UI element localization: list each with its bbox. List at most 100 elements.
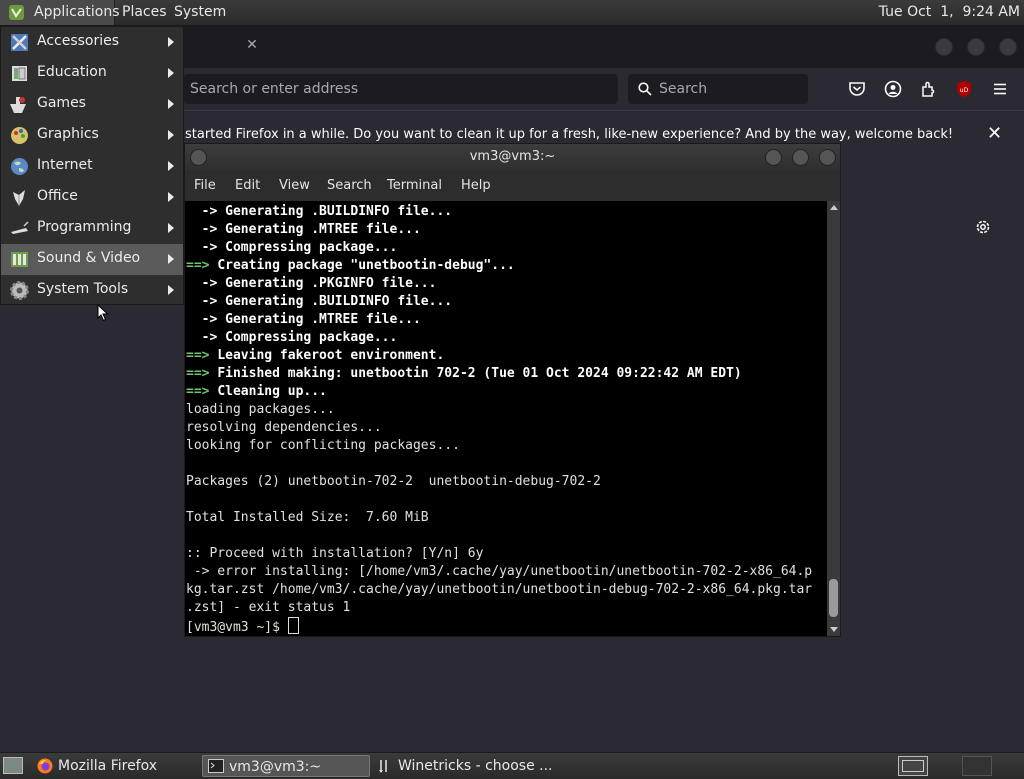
- taskbar-firefox[interactable]: Mozilla Firefox: [32, 755, 196, 777]
- terminal-line-text: Leaving fakeroot environment.: [217, 348, 445, 363]
- menu-item-education[interactable]: Education: [1, 58, 183, 89]
- terminal-line-text: Packages (2) unetbootin-702-2 unetbootin…: [186, 474, 601, 489]
- system-menu-button[interactable]: System: [174, 0, 226, 25]
- terminal-line-text: resolving dependencies...: [186, 420, 382, 435]
- minimize-button[interactable]: [935, 38, 953, 56]
- scrollbar-thumb[interactable]: [829, 579, 838, 617]
- menu-item-internet[interactable]: Internet: [1, 151, 183, 182]
- menu-search[interactable]: Search: [327, 178, 372, 193]
- distro-logo-icon: [9, 5, 24, 20]
- internet-icon: [11, 158, 28, 175]
- taskbar-terminal[interactable]: vm3@vm3:~: [202, 755, 370, 777]
- terminal-output[interactable]: -> Generating .BUILDINFO file... -> Gene…: [185, 201, 827, 636]
- menu-item-programming[interactable]: Programming: [1, 213, 183, 244]
- terminal-line-text: Generating .MTREE file...: [225, 312, 421, 327]
- terminal-line: looking for conflicting packages...: [186, 437, 460, 455]
- menu-item-sound-video[interactable]: Sound & Video: [1, 244, 183, 275]
- menu-file[interactable]: File: [194, 178, 216, 193]
- extensions-icon[interactable]: [920, 80, 938, 98]
- terminal-line-text: looking for conflicting packages...: [186, 438, 460, 453]
- terminal-line-text: Cleaning up...: [217, 384, 327, 399]
- terminal-line-text: Compressing package...: [225, 240, 398, 255]
- search-placeholder: Search: [659, 81, 708, 97]
- places-menu-button[interactable]: Places: [122, 0, 167, 25]
- terminal-line-text: Generating .BUILDINFO file...: [225, 204, 453, 219]
- maximize-button[interactable]: [967, 38, 985, 56]
- menu-help[interactable]: Help: [461, 178, 491, 193]
- terminal-line-text: Generating .MTREE file...: [225, 222, 421, 237]
- terminal-line-text: .zst] - exit status 1: [186, 600, 351, 615]
- terminal-line-text: Compressing package...: [225, 330, 398, 345]
- terminal-line: :: Proceed with installation? [Y/n] 6y: [186, 545, 483, 563]
- games-icon: [10, 97, 26, 113]
- scroll-down-arrow-icon[interactable]: [830, 627, 838, 632]
- top-panel: Applications Places System Tue Oct 1, 9:…: [0, 0, 1024, 26]
- sound-video-icon: [11, 252, 28, 267]
- terminal-maximize-button[interactable]: [792, 149, 809, 166]
- search-input[interactable]: Search: [628, 74, 808, 104]
- gear-icon[interactable]: [974, 218, 992, 236]
- menu-item-accessories[interactable]: Accessories: [1, 27, 183, 58]
- menu-item-label: Sound & Video: [37, 250, 141, 266]
- terminal-titlebar[interactable]: vm3@vm3:~: [185, 144, 840, 170]
- menu-item-label: System Tools: [37, 281, 129, 297]
- terminal-line: -> Generating .MTREE file...: [186, 311, 421, 329]
- close-window-button[interactable]: [999, 38, 1017, 56]
- terminal-line: -> Generating .BUILDINFO file...: [186, 293, 452, 311]
- submenu-arrow-icon: [168, 254, 174, 264]
- accessories-icon: [11, 34, 28, 51]
- pocket-icon[interactable]: [848, 80, 866, 98]
- notification-text: started Firefox in a while. Do you want …: [185, 127, 954, 142]
- menu-item-office[interactable]: Office: [1, 182, 183, 213]
- terminal-line: Total Installed Size: 7.60 MiB: [186, 509, 429, 527]
- clock[interactable]: Tue Oct 1, 9:24 AM: [879, 0, 1020, 25]
- tab-close-icon[interactable]: ✕: [243, 36, 261, 54]
- show-desktop-icon[interactable]: [3, 757, 23, 774]
- programming-icon: [11, 221, 29, 234]
- menu-item-system-tools[interactable]: System Tools: [1, 275, 183, 306]
- terminal-line-prefix: ==>: [186, 258, 218, 273]
- hamburger-menu-icon[interactable]: [991, 80, 1009, 98]
- terminal-line: -> error installing: [/home/vm3/.cache/y…: [186, 563, 812, 581]
- notification-close-icon[interactable]: ✕: [987, 123, 1002, 144]
- terminal-minimize-button[interactable]: [765, 149, 782, 166]
- terminal-line-prefix: ->: [186, 312, 226, 327]
- terminal-cursor: [287, 617, 299, 634]
- terminal-line-prefix: ->: [186, 204, 226, 219]
- terminal-line: -> Generating .PKGINFO file...: [186, 275, 437, 293]
- terminal-line: ==> Creating package "unetbootin-debug".…: [186, 257, 515, 275]
- workspace-1-switcher[interactable]: [898, 756, 928, 776]
- applications-menu-button[interactable]: Applications: [0, 0, 120, 25]
- menu-item-graphics[interactable]: Graphics: [1, 120, 183, 151]
- account-icon[interactable]: [884, 80, 902, 98]
- terminal-line-prefix: ==>: [186, 384, 218, 399]
- terminal-line-prefix: ==>: [186, 366, 218, 381]
- terminal-line-text: loading packages...: [186, 402, 335, 417]
- terminal-prompt-line[interactable]: [vm3@vm3 ~]$: [186, 617, 299, 635]
- url-input[interactable]: Search or enter address: [184, 74, 618, 104]
- education-icon: [12, 66, 27, 81]
- terminal-line-prefix: ->: [186, 294, 226, 309]
- ublock-origin-icon[interactable]: uD: [955, 80, 973, 98]
- terminal-close-button[interactable]: [819, 149, 836, 166]
- terminal-line-text: -> error installing: [/home/vm3/.cache/y…: [186, 564, 813, 579]
- menu-edit[interactable]: Edit: [235, 178, 260, 193]
- menu-item-games[interactable]: Games: [1, 89, 183, 120]
- menu-terminal[interactable]: Terminal: [387, 178, 442, 193]
- menu-item-label: Office: [37, 188, 78, 204]
- menu-item-label: Graphics: [37, 126, 99, 142]
- terminal-title: vm3@vm3:~: [469, 149, 556, 164]
- taskbar-winetricks[interactable]: Winetricks - choose ...: [372, 755, 553, 777]
- menu-view[interactable]: View: [279, 178, 310, 193]
- terminal-line: Packages (2) unetbootin-702-2 unetbootin…: [186, 473, 601, 491]
- submenu-arrow-icon: [168, 68, 174, 78]
- terminal-prompt: [vm3@vm3 ~]$: [186, 620, 288, 635]
- terminal-line: -> Generating .BUILDINFO file...: [186, 203, 452, 221]
- submenu-arrow-icon: [168, 130, 174, 140]
- workspace-2-switcher[interactable]: [962, 756, 992, 776]
- taskbar-firefox-label: Mozilla Firefox: [58, 758, 158, 774]
- terminal-scrollbar[interactable]: [827, 201, 840, 636]
- submenu-arrow-icon: [168, 285, 174, 295]
- scroll-up-arrow-icon[interactable]: [830, 205, 838, 210]
- submenu-arrow-icon: [168, 192, 174, 202]
